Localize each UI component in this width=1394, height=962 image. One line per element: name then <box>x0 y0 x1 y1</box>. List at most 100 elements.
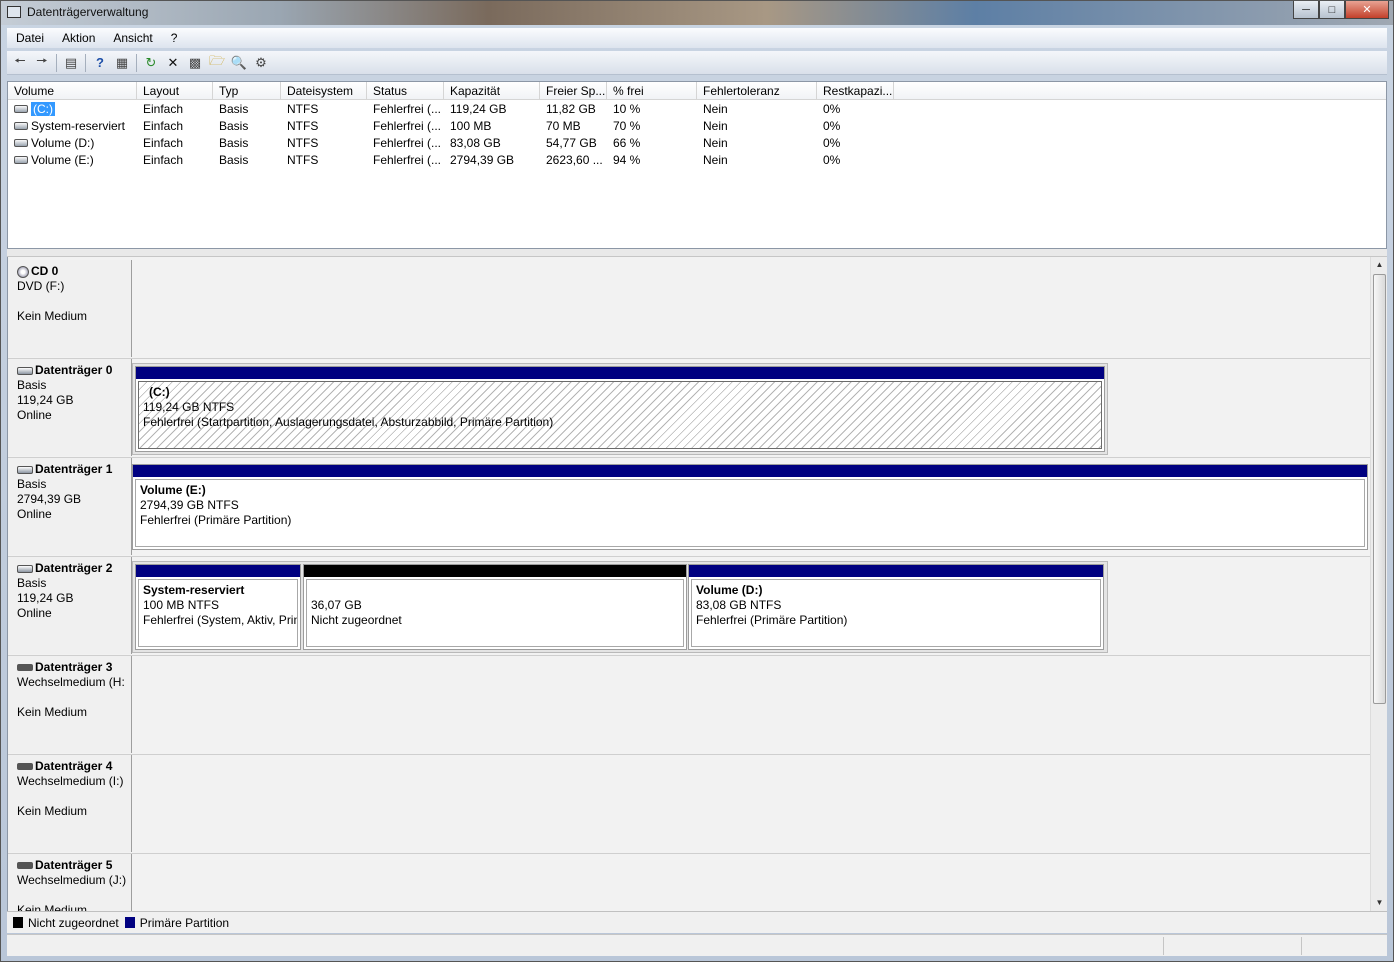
disk-row-3: Datenträger 3 Wechselmedium (H: Kein Med… <box>8 656 1370 755</box>
disk-size: 2794,39 GB <box>17 492 82 506</box>
partition-area: Volume (E:) 2794,39 GB NTFS Fehlerfrei (… <box>132 462 1368 554</box>
percent-free-cell: 66 % <box>613 135 641 150</box>
disk-status: Kein Medium <box>17 705 88 719</box>
column-header-volume[interactable]: Volume <box>8 82 137 100</box>
disk-label-2[interactable]: Datenträger 2 Basis 119,24 GB Online <box>8 557 132 654</box>
column-header-dateisystem[interactable]: Dateisystem <box>281 82 367 100</box>
partition-name <box>311 583 679 598</box>
disk-status: Kein Medium <box>17 804 88 818</box>
disk-label-cd0[interactable]: CD 0 DVD (F:) Kein Medium <box>8 260 132 357</box>
pane-splitter[interactable] <box>7 249 1387 257</box>
volume-icon <box>14 122 28 131</box>
disk-name: Datenträger 0 <box>35 363 113 377</box>
disk-title: Datenträger 3 <box>17 660 131 675</box>
overhead-cell: 0% <box>823 101 841 116</box>
partition-area: System-reserviert 100 MB NTFS Fehlerfrei… <box>132 561 1108 653</box>
filesystem-cell: NTFS <box>287 101 319 116</box>
volume-icon <box>14 105 28 114</box>
menu-datei[interactable]: Datei <box>7 31 53 45</box>
status-cell: Fehlerfrei (... <box>373 118 442 133</box>
disk-name: Datenträger 3 <box>35 660 113 674</box>
help-icon[interactable]: ? <box>89 53 111 73</box>
menu-aktion[interactable]: Aktion <box>53 31 104 45</box>
forward-icon[interactable]: 🠖 <box>31 53 53 73</box>
volume-name: Volume (E:) <box>31 152 94 167</box>
volume-icon <box>14 139 28 148</box>
rescan-icon[interactable]: 🔍 <box>228 53 250 73</box>
minimize-button[interactable]: ─ <box>1293 1 1319 19</box>
scroll-down-icon[interactable]: ▼ <box>1371 895 1387 911</box>
scrollbar-thumb[interactable] <box>1373 274 1386 704</box>
overhead-cell: 0% <box>823 118 841 133</box>
table-row[interactable]: Volume (D:) Einfach Basis NTFS Fehlerfre… <box>8 134 1386 151</box>
disk-title: Datenträger 1 <box>17 462 131 477</box>
column-header-prozent-frei[interactable]: % frei <box>607 82 697 100</box>
partition-area: (C:) 119,24 GB NTFS Fehlerfrei (Startpar… <box>132 363 1108 455</box>
filesystem-cell: NTFS <box>287 152 319 167</box>
view-icon[interactable]: ▦ <box>111 53 133 73</box>
disk-label-3[interactable]: Datenträger 3 Wechselmedium (H: Kein Med… <box>8 656 132 753</box>
disk-row-4: Datenträger 4 Wechselmedium (I:) Kein Me… <box>8 755 1370 854</box>
hard-disk-icon <box>17 366 33 375</box>
disk-status: Kein Medium <box>17 309 88 323</box>
back-icon[interactable]: 🠔 <box>9 53 31 73</box>
menu-ansicht[interactable]: Ansicht <box>104 31 161 45</box>
fault-tolerance-cell: Nein <box>703 152 728 167</box>
disk-label-5[interactable]: Datenträger 5 Wechselmedium (J:) Kein Me… <box>8 854 132 911</box>
fault-tolerance-cell: Nein <box>703 135 728 150</box>
menu-help[interactable]: ? <box>162 31 187 45</box>
legend: Nicht zugeordnet Primäre Partition <box>7 911 1387 933</box>
settings-icon[interactable]: ⚙ <box>250 53 272 73</box>
table-row[interactable]: (C:) Einfach Basis NTFS Fehlerfrei (... … <box>8 100 1386 117</box>
column-header-restkapazitaet[interactable]: Restkapazi... <box>817 82 894 100</box>
column-header-kapazitaet[interactable]: Kapazität <box>444 82 540 100</box>
partition-system-reserved[interactable]: System-reserviert 100 MB NTFS Fehlerfrei… <box>135 564 301 650</box>
disk-type: DVD (F:) <box>17 279 65 293</box>
column-header-freier-speicher[interactable]: Freier Sp... <box>540 82 607 100</box>
partition-body: Volume (E:) 2794,39 GB NTFS Fehlerfrei (… <box>135 479 1365 547</box>
volume-cell: Volume (D:) <box>8 136 137 150</box>
table-row[interactable]: System-reserviert Einfach Basis NTFS Feh… <box>8 117 1386 134</box>
scroll-up-icon[interactable]: ▲ <box>1371 257 1387 273</box>
unallocated-space[interactable]: 36,07 GB Nicht zugeordnet <box>303 564 687 650</box>
column-header-typ[interactable]: Typ <box>213 82 281 100</box>
toolbar-separator <box>136 53 137 72</box>
vertical-scrollbar[interactable]: ▲ ▼ <box>1370 257 1387 911</box>
close-button[interactable]: ✕ <box>1345 1 1389 19</box>
disk-status: Online <box>17 408 52 422</box>
partition-c[interactable]: (C:) 119,24 GB NTFS Fehlerfrei (Startpar… <box>135 366 1105 452</box>
disk-label-0[interactable]: Datenträger 0 Basis 119,24 GB Online <box>8 359 132 456</box>
partition-e[interactable]: Volume (E:) 2794,39 GB NTFS Fehlerfrei (… <box>132 464 1368 550</box>
column-header-fehlertoleranz[interactable]: Fehlertoleranz <box>697 82 817 100</box>
volume-list[interactable]: Volume Layout Typ Dateisystem Status Kap… <box>7 81 1387 249</box>
partition-d[interactable]: Volume (D:) 83,08 GB NTFS Fehlerfrei (Pr… <box>688 564 1104 650</box>
delete-icon[interactable]: ✕ <box>162 53 184 73</box>
table-row[interactable]: Volume (E:) Einfach Basis NTFS Fehlerfre… <box>8 151 1386 168</box>
partition-status: Fehlerfrei (Primäre Partition) <box>696 613 848 627</box>
title-bar[interactable]: Datenträgerverwaltung ─ □ ✕ <box>1 1 1393 25</box>
free-space-cell: 54,77 GB <box>546 135 597 150</box>
partition-body: System-reserviert 100 MB NTFS Fehlerfrei… <box>138 579 298 647</box>
layout-cell: Einfach <box>143 135 184 150</box>
disk-info-gap <box>17 888 131 903</box>
maximize-button[interactable]: □ <box>1319 1 1345 19</box>
disk-label-4[interactable]: Datenträger 4 Wechselmedium (I:) Kein Me… <box>8 755 132 852</box>
disk-size: 119,24 GB <box>17 393 74 407</box>
app-icon <box>7 6 21 18</box>
status-divider <box>1301 937 1302 955</box>
disk-info-gap <box>17 294 131 309</box>
column-header-layout[interactable]: Layout <box>137 82 213 100</box>
column-header-status[interactable]: Status <box>367 82 444 100</box>
partition-status: Fehlerfrei (Primäre Partition) <box>140 513 292 527</box>
partition-name: Volume (D:) <box>696 583 763 597</box>
legend-unallocated: Nicht zugeordnet <box>28 915 119 930</box>
primary-partition-swatch <box>124 917 135 928</box>
console-tree-icon[interactable]: ▤ <box>60 53 82 73</box>
open-icon[interactable]: 🗁 <box>206 53 228 73</box>
refresh-icon[interactable]: ↻ <box>140 53 162 73</box>
partition-size: 119,24 GB NTFS <box>143 400 235 414</box>
removable-disk-icon <box>17 862 33 869</box>
disk-info-gap <box>17 690 131 705</box>
disk-label-1[interactable]: Datenträger 1 Basis 2794,39 GB Online <box>8 458 132 555</box>
properties-icon[interactable]: ▩ <box>184 53 206 73</box>
